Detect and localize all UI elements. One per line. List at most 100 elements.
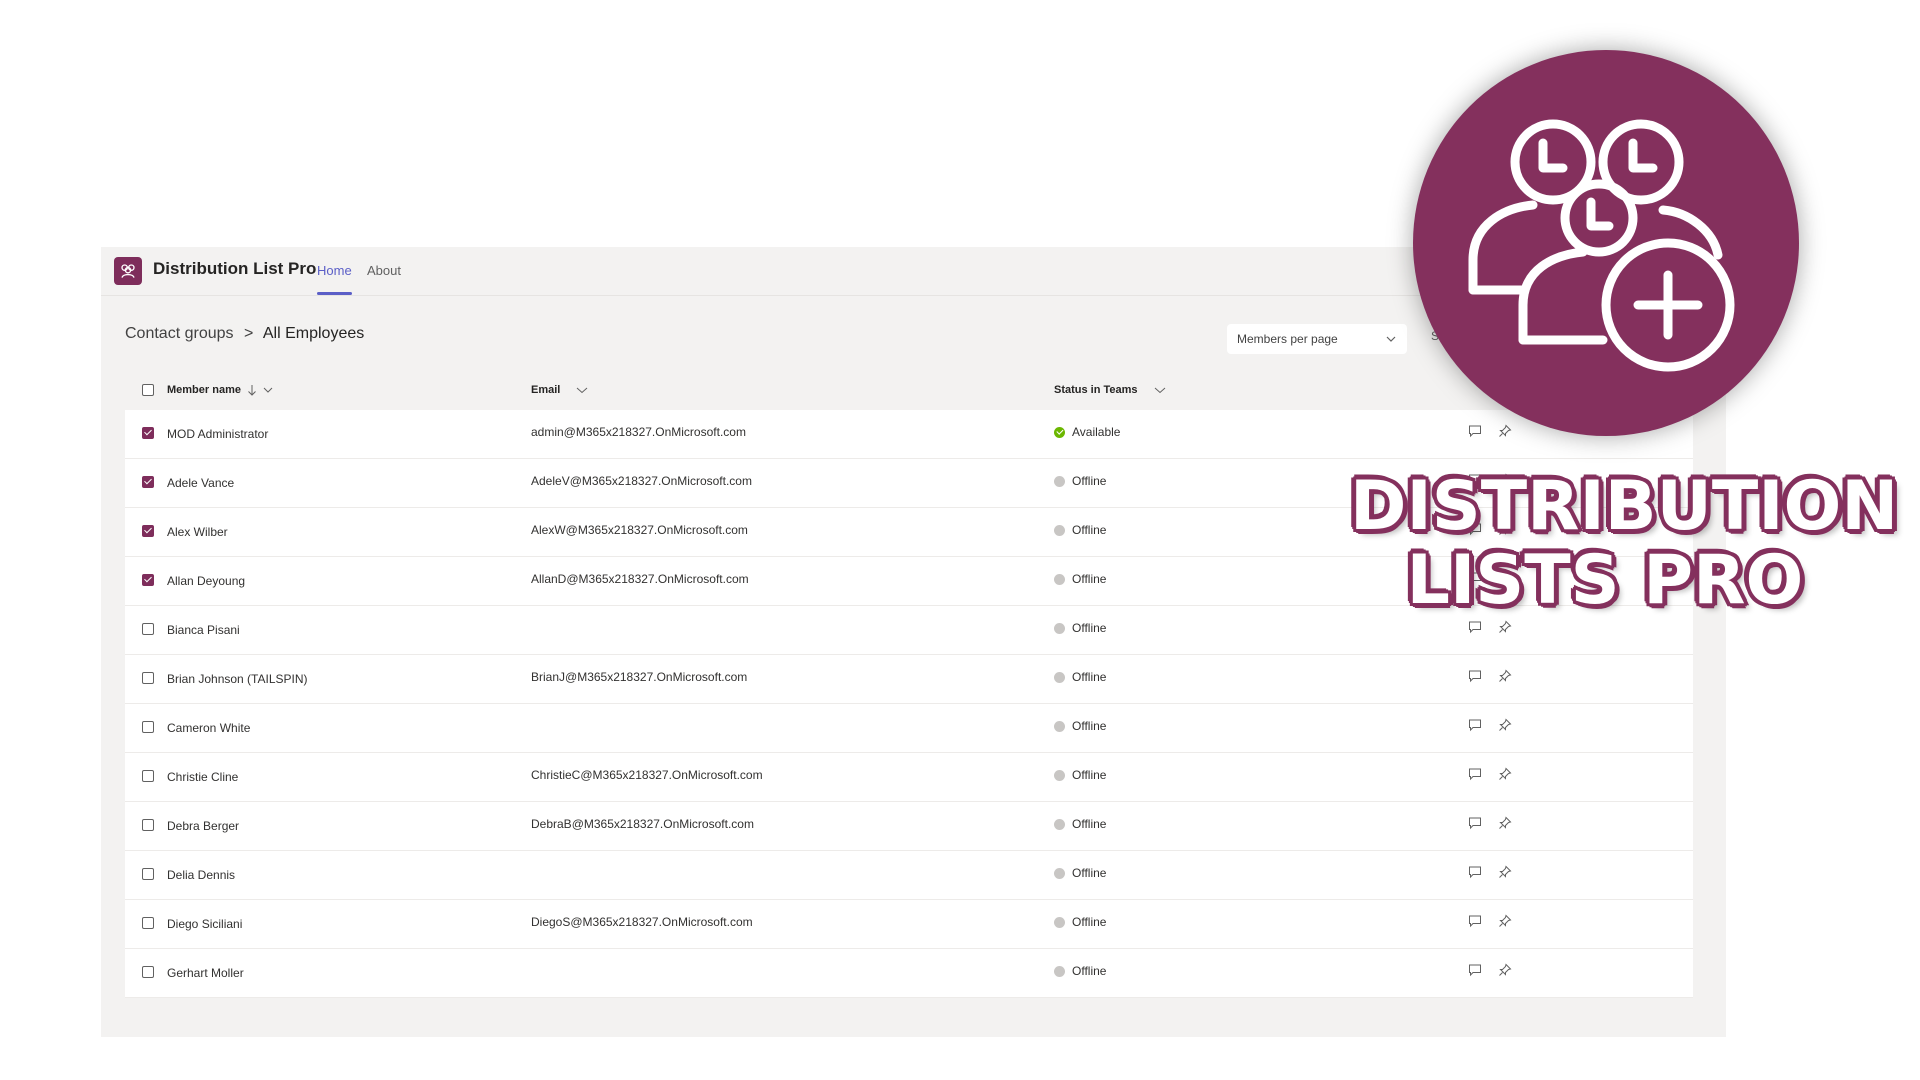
member-status: Offline: [1054, 621, 1106, 635]
member-name: Christie Cline: [167, 770, 239, 784]
presence-icon: [1054, 573, 1065, 585]
column-member-name[interactable]: Member name: [167, 384, 273, 396]
member-status: Offline: [1054, 572, 1106, 586]
presence-icon: [1054, 769, 1065, 781]
pin-icon[interactable]: [1498, 963, 1512, 977]
table-row[interactable]: Debra Berger DebraB@M365x218327.OnMicroso…: [125, 802, 1693, 851]
chevron-down-icon: [1154, 387, 1165, 394]
breadcrumb-parent[interactable]: Contact groups: [125, 325, 234, 342]
breadcrumb: Contact groups > All Employees: [125, 325, 364, 343]
row-checkbox[interactable]: [142, 966, 154, 978]
chat-icon[interactable]: [1468, 669, 1482, 683]
table-row[interactable]: Gerhart Moller Offline: [125, 949, 1693, 998]
presence-icon: [1054, 965, 1065, 977]
chat-icon[interactable]: [1468, 914, 1482, 928]
member-status: Offline: [1054, 964, 1106, 978]
row-checkbox[interactable]: [142, 672, 154, 684]
row-checkbox[interactable]: [142, 525, 154, 537]
member-status: Offline: [1054, 670, 1106, 684]
pin-icon[interactable]: [1498, 620, 1512, 634]
breadcrumb-separator: >: [243, 325, 254, 342]
member-name: Bianca Pisani: [167, 623, 240, 637]
presence-icon: [1054, 671, 1065, 683]
pin-icon[interactable]: [1498, 816, 1512, 830]
member-status-label: Offline: [1072, 670, 1107, 684]
presence-icon: [1054, 916, 1065, 928]
row-checkbox[interactable]: [142, 819, 154, 831]
presence-icon: [1054, 426, 1065, 438]
member-status-label: Offline: [1072, 523, 1107, 537]
member-name: Alex Wilber: [167, 525, 228, 539]
badge-title: DISTRIBUTION LISTS PRO: [1350, 470, 1898, 620]
row-checkbox[interactable]: [142, 917, 154, 929]
member-name: Delia Dennis: [167, 868, 236, 882]
chat-icon[interactable]: [1468, 816, 1482, 830]
member-status-label: Offline: [1072, 866, 1107, 880]
table-row[interactable]: Delia Dennis Offline: [125, 851, 1693, 900]
member-name: Allan Deyoung: [167, 574, 246, 588]
member-name: Debra Berger: [167, 819, 240, 833]
presence-icon: [1054, 867, 1065, 879]
row-checkbox[interactable]: [142, 721, 154, 733]
row-checkbox[interactable]: [142, 868, 154, 880]
pin-icon[interactable]: [1498, 669, 1512, 683]
member-status-label: Offline: [1072, 964, 1107, 978]
chat-icon[interactable]: [1468, 718, 1482, 732]
select-all-checkbox[interactable]: [142, 384, 154, 396]
column-email[interactable]: Email: [531, 384, 588, 396]
badge-title-line-2: LISTS PRO: [1406, 541, 1804, 620]
chevron-down-icon: [1386, 336, 1396, 342]
pin-icon[interactable]: [1498, 767, 1512, 781]
presence-icon: [1054, 818, 1065, 830]
presence-icon: [1054, 524, 1065, 536]
chat-icon[interactable]: [1468, 865, 1482, 879]
column-status-in-teams[interactable]: Status in Teams: [1054, 384, 1166, 396]
chat-icon[interactable]: [1468, 767, 1482, 781]
badge-circle: [1413, 50, 1799, 436]
breadcrumb-current: All Employees: [262, 325, 365, 342]
member-name: Gerhart Moller: [167, 966, 244, 980]
badge-title-line-1: DISTRIBUTION: [1350, 467, 1899, 546]
table-row[interactable]: Diego Siciliani DiegoS@M365x218327.OnMicr…: [125, 900, 1693, 949]
chevron-down-icon: [263, 387, 273, 393]
sort-descending-icon: [248, 385, 256, 396]
chat-icon[interactable]: [1468, 963, 1482, 977]
active-tab-indicator: [317, 292, 352, 295]
member-email: ChristieC@M365x218327.OnMicrosoft.com: [531, 768, 763, 782]
member-status: Available: [1054, 425, 1120, 439]
chevron-down-icon: [577, 387, 588, 394]
member-status: Offline: [1054, 866, 1106, 880]
row-checkbox[interactable]: [142, 574, 154, 586]
table-row[interactable]: Cameron White Offline: [125, 704, 1693, 753]
chat-icon[interactable]: [1468, 620, 1482, 634]
tab-about[interactable]: About: [367, 263, 401, 278]
members-per-page-dropdown[interactable]: Members per page: [1227, 324, 1407, 354]
member-name: Diego Siciliani: [167, 917, 243, 931]
member-status: Offline: [1054, 719, 1106, 733]
row-checkbox[interactable]: [142, 623, 154, 635]
member-email: DiegoS@M365x218327.OnMicrosoft.com: [531, 915, 753, 929]
member-name: Adele Vance: [167, 476, 235, 490]
row-checkbox[interactable]: [142, 476, 154, 488]
column-email-label: Email: [531, 384, 561, 396]
table-row[interactable]: Brian Johnson (TAILSPIN) BrianJ@M365x2183…: [125, 655, 1693, 704]
app-logo: [114, 257, 142, 285]
row-checkbox[interactable]: [142, 427, 154, 439]
member-status: Offline: [1054, 523, 1106, 537]
member-status-label: Offline: [1072, 474, 1107, 488]
tab-home[interactable]: Home: [317, 263, 352, 278]
pin-icon[interactable]: [1498, 718, 1512, 732]
member-status: Offline: [1054, 915, 1106, 929]
group-add-icon: [1468, 119, 1735, 372]
member-email: admin@M365x218327.OnMicrosoft.com: [531, 425, 746, 439]
row-checkbox[interactable]: [142, 770, 154, 782]
pin-icon[interactable]: [1498, 914, 1512, 928]
member-email: BrianJ@M365x218327.OnMicrosoft.com: [531, 670, 748, 684]
member-status-label: Offline: [1072, 719, 1107, 733]
column-status-label: Status in Teams: [1054, 384, 1138, 396]
app-title: Distribution List Pro: [153, 259, 317, 278]
table-row[interactable]: Christie Cline ChristieC@M365x218327.OnMi…: [125, 753, 1693, 802]
member-status-label: Offline: [1072, 572, 1107, 586]
pin-icon[interactable]: [1498, 865, 1512, 879]
presence-icon: [1054, 475, 1065, 487]
